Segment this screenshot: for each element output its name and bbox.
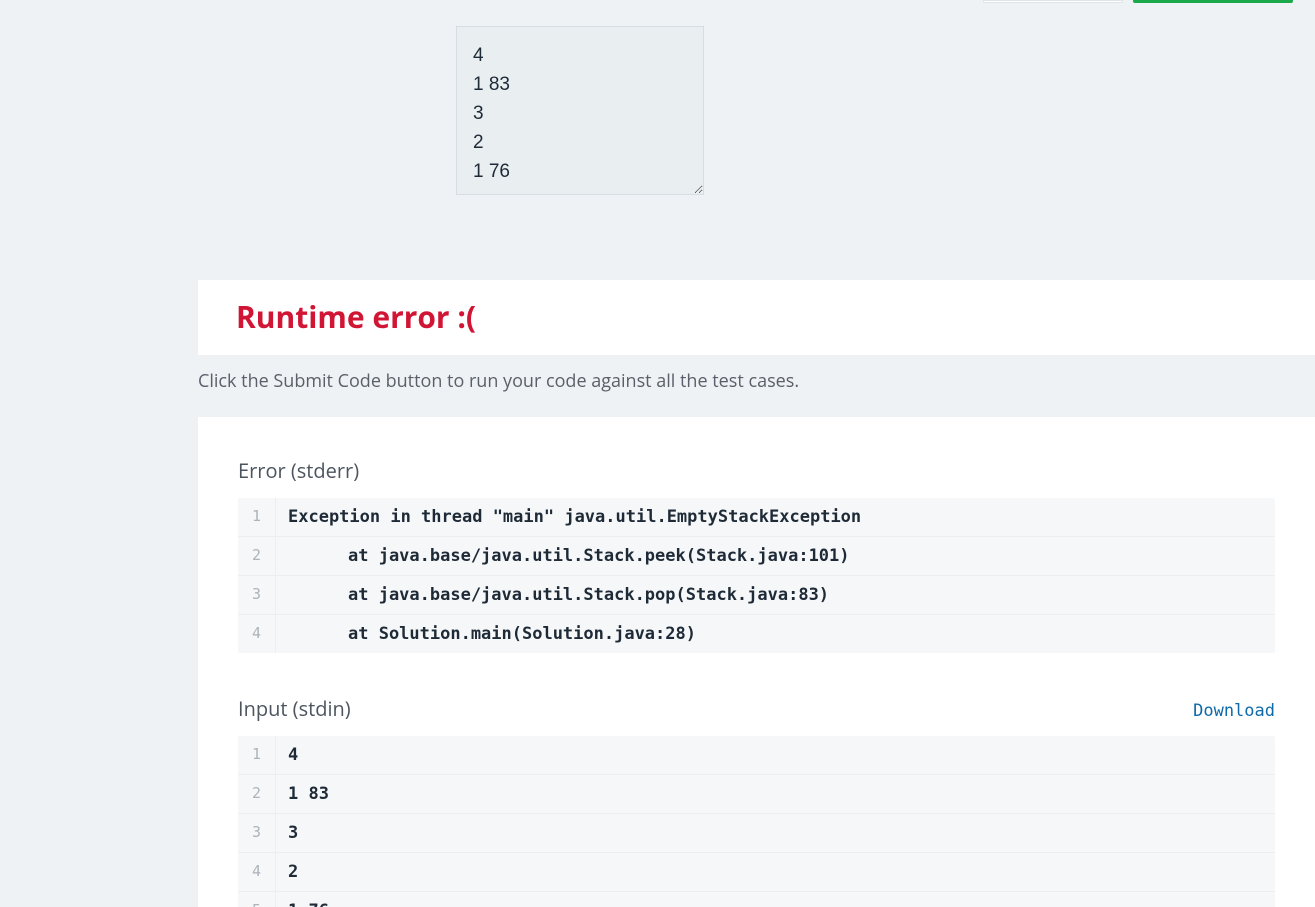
status-banner: Runtime error :(: [198, 280, 1315, 355]
line-code: at java.base/java.util.Stack.pop(Stack.j…: [276, 576, 1275, 614]
line-number: 2: [238, 775, 276, 813]
code-row: 14: [238, 736, 1275, 775]
stdin-header: Input (stdin) Download: [238, 695, 1275, 722]
stderr-block: 1Exception in thread "main" java.util.Em…: [238, 498, 1275, 653]
line-number: 5: [238, 892, 276, 907]
download-link[interactable]: Download: [1193, 701, 1275, 721]
line-code: 1 83: [276, 775, 1275, 813]
hint-text: Click the Submit Code button to run your…: [198, 369, 1315, 393]
line-number: 2: [238, 537, 276, 575]
code-row: 1Exception in thread "main" java.util.Em…: [238, 498, 1275, 537]
stdin-block: 1421 83334251 76: [238, 736, 1275, 907]
line-code: at java.base/java.util.Stack.peek(Stack.…: [276, 537, 1275, 575]
line-number: 4: [238, 853, 276, 891]
primary-action-button[interactable]: [1133, 0, 1293, 3]
line-code: 1 76: [276, 892, 1275, 907]
code-row: 42: [238, 853, 1275, 892]
code-row: 21 83: [238, 775, 1275, 814]
custom-input-textarea[interactable]: [456, 26, 704, 195]
result-panel[interactable]: Error (stderr) 1Exception in thread "mai…: [198, 417, 1315, 907]
line-number: 1: [238, 498, 276, 536]
stdin-title: Input (stdin): [238, 695, 351, 722]
line-number: 3: [238, 576, 276, 614]
line-number: 1: [238, 736, 276, 774]
line-number: 4: [238, 615, 276, 653]
stderr-header: Error (stderr): [238, 457, 1275, 484]
status-title: Runtime error :(: [236, 296, 1277, 337]
line-number: 3: [238, 814, 276, 852]
code-row: 51 76: [238, 892, 1275, 907]
code-row: 2at java.base/java.util.Stack.peek(Stack…: [238, 537, 1275, 576]
secondary-action-button[interactable]: [983, 0, 1123, 3]
line-code: at Solution.main(Solution.java:28): [276, 615, 1275, 653]
code-row: 33: [238, 814, 1275, 853]
custom-input-container: [456, 26, 704, 195]
code-row: 3at java.base/java.util.Stack.pop(Stack.…: [238, 576, 1275, 615]
line-code: 4: [276, 736, 1275, 774]
results-column: Runtime error :( Click the Submit Code b…: [198, 280, 1315, 907]
line-code: 2: [276, 853, 1275, 891]
line-code: Exception in thread "main" java.util.Emp…: [276, 498, 1275, 536]
stderr-title: Error (stderr): [238, 457, 359, 484]
line-code: 3: [276, 814, 1275, 852]
code-row: 4at Solution.main(Solution.java:28): [238, 615, 1275, 653]
